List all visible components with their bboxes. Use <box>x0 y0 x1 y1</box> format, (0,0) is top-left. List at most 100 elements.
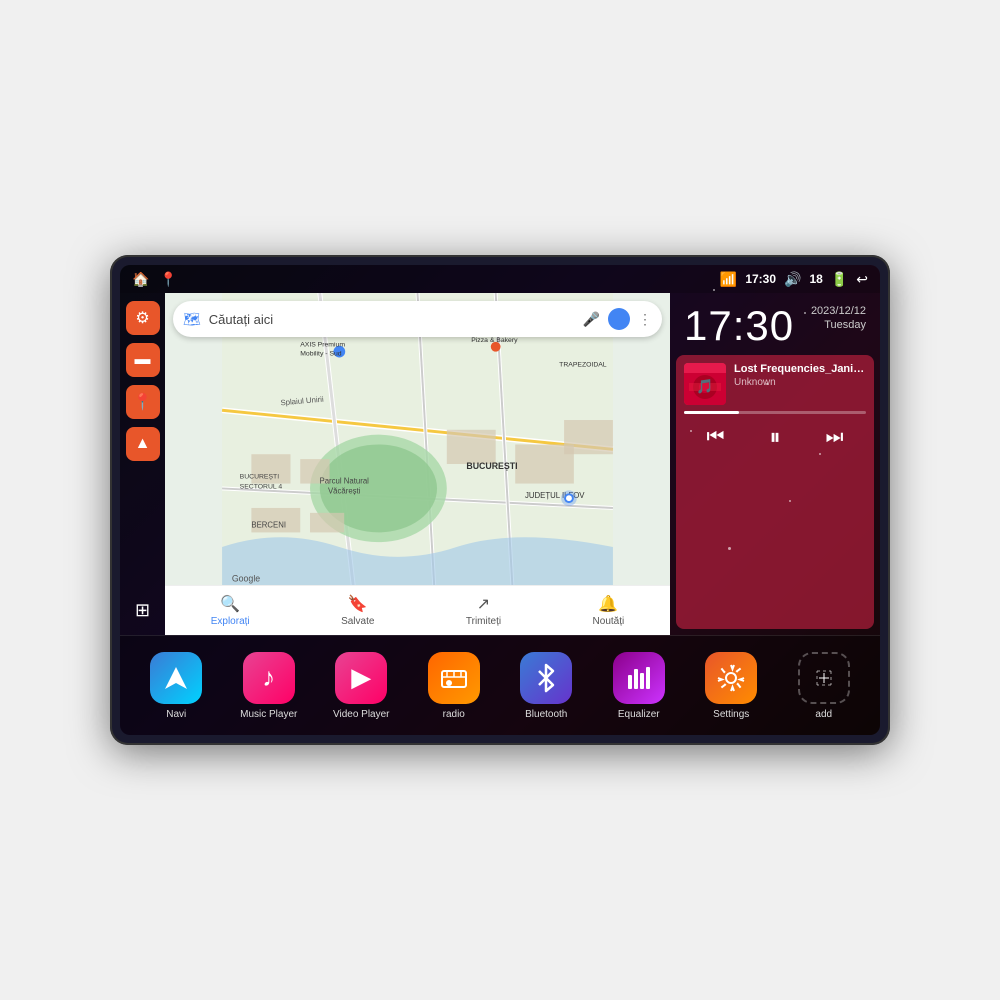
map-svg: Splaiul Unirii Parcul Natural Văcărești … <box>165 293 670 635</box>
volume-icon: 🔊 <box>784 271 801 288</box>
map-search-bar[interactable]: 🗺 Căutați aici 🎤 ⋮ <box>173 301 662 337</box>
status-right-area: 📶 17:30 🔊 18 🔋 ↩ <box>720 271 868 288</box>
menu-grid-icon[interactable]: ⋮ <box>638 311 652 328</box>
svg-text:BERCENI: BERCENI <box>251 521 286 530</box>
status-time: 17:30 <box>745 272 776 286</box>
share-label: Trimiteți <box>466 616 501 627</box>
app-navi[interactable]: Navi <box>142 652 210 720</box>
music-controls: ⏮ ⏸ ⏭ <box>684 420 866 454</box>
left-sidebar: ⚙ ▬ 📍 ▲ ⊞ <box>120 293 165 635</box>
clock-hours: 17 <box>684 302 733 349</box>
radio-icon <box>428 652 480 704</box>
map-container: Splaiul Unirii Parcul Natural Văcărești … <box>165 293 670 635</box>
device-screen: 🏠 📍 📶 17:30 🔊 18 🔋 ↩ ⚙ ▬ <box>120 265 880 735</box>
music-next-btn[interactable]: ⏭ <box>817 422 851 453</box>
map-saved-btn[interactable]: 🔖 Salvate <box>341 594 374 627</box>
music-player-widget: 🎵 Lost Frequencies_Janie... Unknown ⏮ <box>676 355 874 629</box>
google-maps-icon: 🗺 <box>183 311 201 328</box>
status-bar: 🏠 📍 📶 17:30 🔊 18 🔋 ↩ <box>120 265 880 293</box>
svg-text:Văcărești: Văcărești <box>328 486 361 495</box>
clock-time: 17:30 <box>684 305 794 347</box>
sidebar-apps-btn[interactable]: ⊞ <box>126 593 160 627</box>
map-pin-icon: 📍 <box>133 392 153 412</box>
svg-text:Mobility - Sud: Mobility - Sud <box>300 351 342 358</box>
svg-text:BUCUREȘTI: BUCUREȘTI <box>466 461 517 471</box>
map-area[interactable]: Splaiul Unirii Parcul Natural Văcărești … <box>165 293 670 635</box>
music-info: Lost Frequencies_Janie... Unknown <box>734 363 866 388</box>
grid-icon: ⊞ <box>135 600 150 621</box>
app-radio[interactable]: radio <box>420 652 488 720</box>
saved-icon: 🔖 <box>348 594 368 614</box>
svg-text:TRAPEZOIDAL: TRAPEZOIDAL <box>559 361 607 368</box>
radio-label: radio <box>443 709 465 720</box>
app-video-player[interactable]: ▶ Video Player <box>327 652 395 720</box>
clock-day: Tuesday <box>811 319 866 331</box>
bluetooth-icon <box>520 652 572 704</box>
settings-label: Settings <box>713 709 749 720</box>
music-progress-bar[interactable] <box>684 411 866 414</box>
music-title: Lost Frequencies_Janie... <box>734 363 866 375</box>
mic-icon[interactable]: 🎤 <box>583 311 600 328</box>
sidebar-nav-btn[interactable]: ▲ <box>126 427 160 461</box>
album-art: 🎵 <box>684 363 726 405</box>
explore-icon: 🔍 <box>220 594 240 614</box>
sidebar-settings-btn[interactable]: ⚙ <box>126 301 160 335</box>
music-top: 🎵 Lost Frequencies_Janie... Unknown <box>684 363 866 405</box>
arrow-nav-icon: ▲ <box>135 435 151 453</box>
news-icon: 🔔 <box>598 594 618 614</box>
app-settings[interactable]: Settings <box>697 652 765 720</box>
music-play-pause-btn[interactable]: ⏸ <box>761 420 788 454</box>
battery-level: 18 <box>809 272 822 286</box>
clock-colon: : <box>733 302 746 349</box>
sidebar-files-btn[interactable]: ▬ <box>126 343 160 377</box>
music-artist: Unknown <box>734 377 866 388</box>
music-player-label: Music Player <box>240 709 297 720</box>
search-placeholder: Căutați aici <box>209 312 575 327</box>
music-progress-fill <box>684 411 739 414</box>
video-player-label: Video Player <box>333 709 390 720</box>
location-icon[interactable]: 📍 <box>159 271 176 288</box>
music-prev-btn[interactable]: ⏮ <box>698 422 732 453</box>
saved-label: Salvate <box>341 616 374 627</box>
map-explore-btn[interactable]: 🔍 Explorați <box>211 594 250 627</box>
map-news-btn[interactable]: 🔔 Noutăți <box>593 594 625 627</box>
add-label: add <box>815 709 832 720</box>
svg-text:🎵: 🎵 <box>696 378 713 394</box>
right-panel: 17:30 2023/12/12 Tuesday <box>670 293 880 635</box>
equalizer-label: Equalizer <box>618 709 660 720</box>
svg-text:Google: Google <box>232 573 260 583</box>
back-icon[interactable]: ↩ <box>856 271 868 288</box>
settings-app-icon <box>705 652 757 704</box>
clock-date-area: 2023/12/12 Tuesday <box>811 305 866 331</box>
news-label: Noutăți <box>593 616 625 627</box>
settings-icon: ⚙ <box>135 308 149 328</box>
svg-text:SECTORUL 4: SECTORUL 4 <box>240 483 283 490</box>
svg-text:BUCUREȘTI: BUCUREȘTI <box>240 474 280 481</box>
status-left-icons: 🏠 📍 <box>132 271 177 288</box>
share-icon: ↗ <box>477 594 490 614</box>
svg-text:Pizza & Bakery: Pizza & Bakery <box>471 337 518 344</box>
map-bottom-bar: 🔍 Explorați 🔖 Salvate ↗ Trimiteți 🔔 <box>165 585 670 635</box>
map-share-btn[interactable]: ↗ Trimiteți <box>466 594 501 627</box>
app-music-player[interactable]: ♪ Music Player <box>235 652 303 720</box>
video-player-icon: ▶ <box>335 652 387 704</box>
music-player-icon: ♪ <box>243 652 295 704</box>
battery-icon: 🔋 <box>831 271 848 288</box>
app-dock: Navi ♪ Music Player ▶ Video Player <box>120 635 880 735</box>
home-icon[interactable]: 🏠 <box>132 271 149 288</box>
app-add[interactable]: add <box>790 652 858 720</box>
user-avatar[interactable] <box>608 308 630 330</box>
explore-label: Explorați <box>211 616 250 627</box>
svg-text:AXIS Premium: AXIS Premium <box>300 342 345 349</box>
equalizer-icon <box>613 652 665 704</box>
bluetooth-label: Bluetooth <box>525 709 567 720</box>
car-head-unit: 🏠 📍 📶 17:30 🔊 18 🔋 ↩ ⚙ ▬ <box>110 255 890 745</box>
add-icon <box>798 652 850 704</box>
app-equalizer[interactable]: Equalizer <box>605 652 673 720</box>
app-bluetooth[interactable]: Bluetooth <box>512 652 580 720</box>
clock-minutes: 30 <box>745 302 794 349</box>
navi-icon <box>150 652 202 704</box>
svg-text:Parcul Natural: Parcul Natural <box>320 477 370 486</box>
clock-date: 2023/12/12 <box>811 305 866 317</box>
sidebar-maps-btn[interactable]: 📍 <box>126 385 160 419</box>
